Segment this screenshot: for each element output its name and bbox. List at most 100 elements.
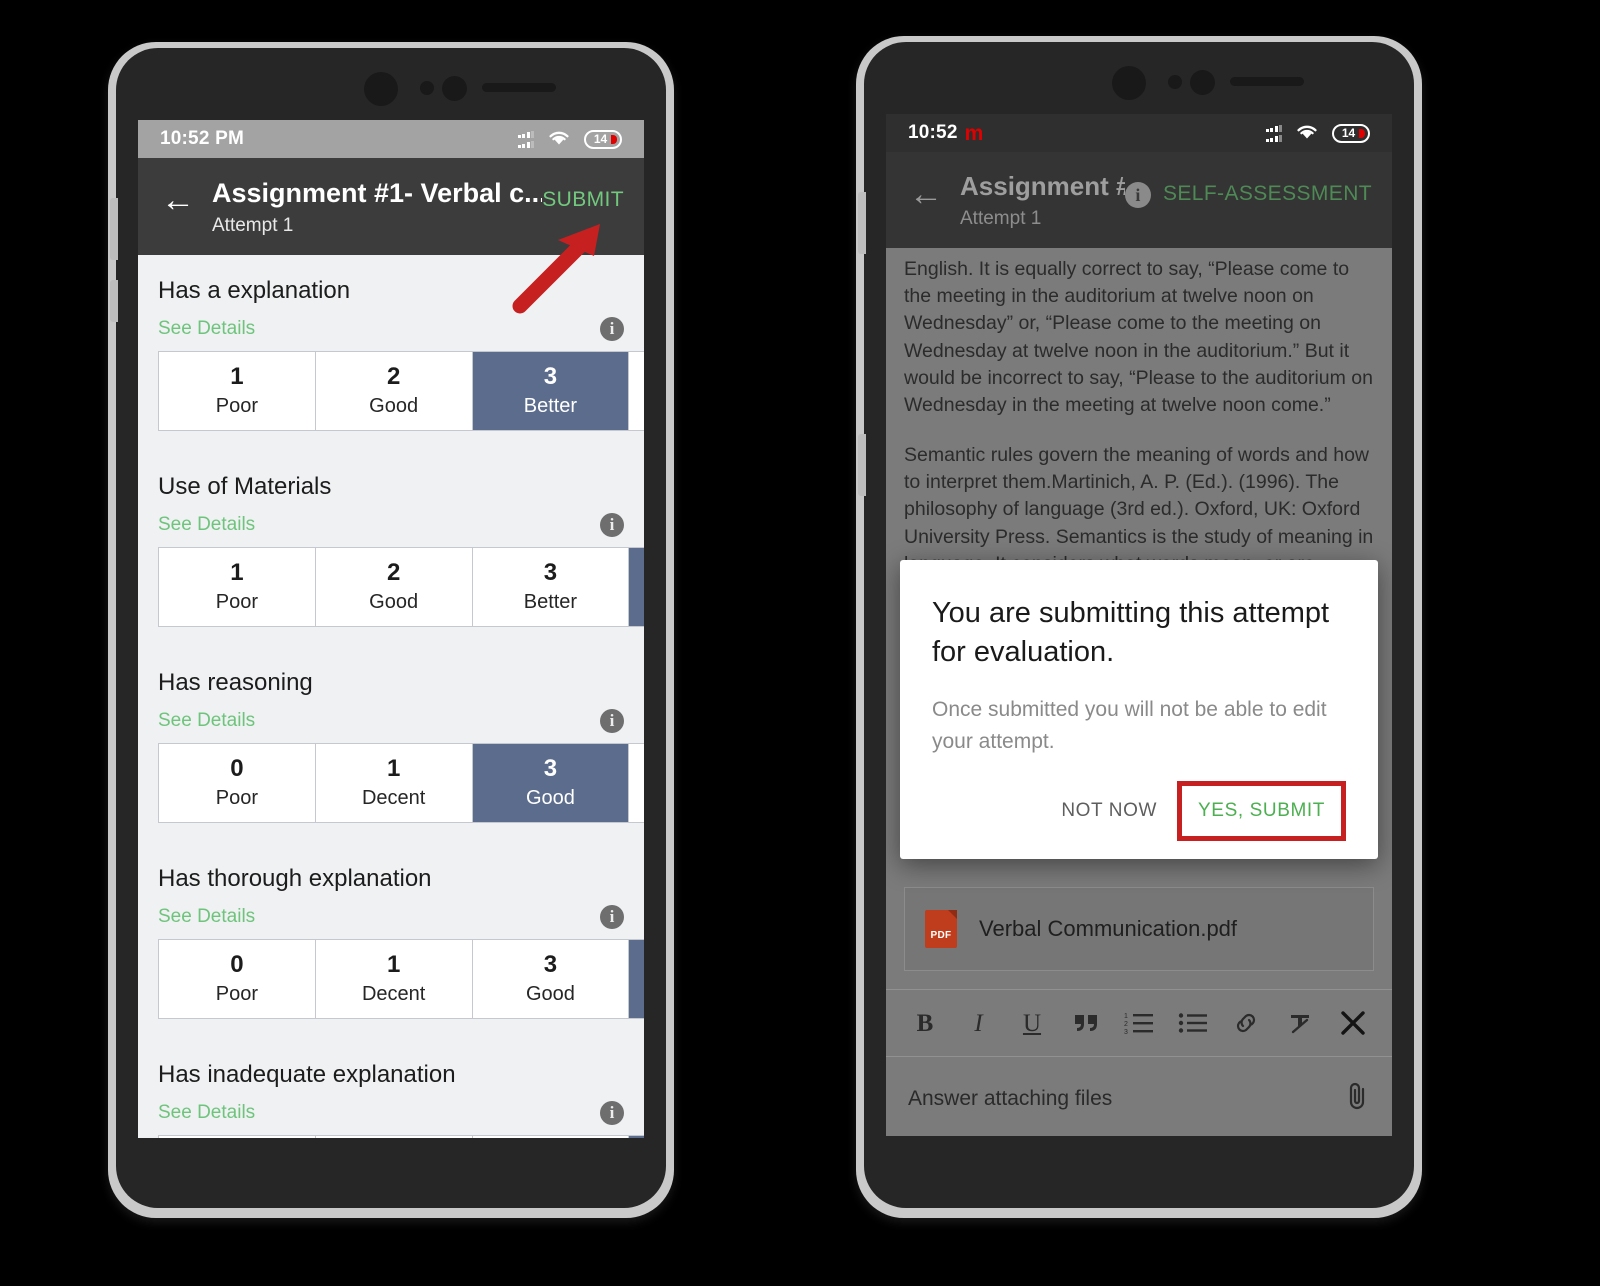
score-option[interactable]: 0 Poor [159, 940, 316, 1019]
rubric-item: Has reasoning See Details i 0 Poor 1 Dec… [138, 669, 644, 824]
volume-button[interactable] [110, 198, 118, 260]
score-number: 1 [230, 559, 244, 587]
score-option[interactable]: 1 Poor [159, 548, 316, 627]
score-number: 2 [386, 363, 401, 391]
score-option[interactable]: 0 Poor [159, 1136, 316, 1138]
score-option[interactable]: 2 Good [315, 548, 473, 627]
sensor-icon [420, 81, 434, 95]
score-scale: 1 Poor 2 Good 3 Better [158, 547, 644, 628]
score-label: Excell [635, 787, 644, 810]
bold-icon[interactable]: B [908, 1006, 942, 1040]
see-details-link[interactable]: See Details [158, 318, 255, 340]
power-button[interactable] [858, 434, 866, 496]
score-label: Poor [215, 591, 258, 614]
info-icon[interactable]: i [600, 317, 624, 342]
status-time-group: 10:52 m [908, 122, 983, 144]
answer-input[interactable]: Answer attaching files [908, 1087, 1112, 1111]
see-details-link[interactable]: See Details [158, 1102, 255, 1124]
bullet-list-icon[interactable] [1176, 1006, 1210, 1040]
score-option[interactable]: 3 Better [472, 548, 630, 627]
dialog-message: Once submitted you will not be able to e… [932, 698, 1327, 753]
score-number: 5 [635, 362, 644, 392]
score-option[interactable]: 5 Excell [629, 352, 644, 431]
info-icon[interactable]: i [1124, 182, 1151, 208]
power-button[interactable] [110, 280, 118, 322]
back-arrow-icon[interactable]: ← [158, 180, 198, 220]
svg-text:1: 1 [1124, 1013, 1128, 1020]
score-option[interactable]: 1 Decent [315, 940, 473, 1019]
score-label: Better [523, 395, 578, 418]
earpiece-speaker [482, 83, 556, 92]
info-icon[interactable]: i [600, 709, 624, 734]
link-icon[interactable] [1229, 1006, 1263, 1040]
yes-submit-button[interactable]: YES, SUBMIT [1177, 781, 1346, 842]
score-label: Poor [215, 787, 258, 810]
dialog-title: You are submitting this attempt for eval… [932, 597, 1330, 669]
back-arrow-icon[interactable]: ← [906, 174, 946, 214]
app-bar-titles: Assignment #… Attempt 1 [946, 172, 1125, 230]
attachment-item[interactable]: PDF Verbal Communication.pdf [904, 887, 1374, 972]
score-option[interactable]: 1 Poor [159, 352, 316, 431]
criterion-meta: See Details i [158, 513, 624, 538]
criterion-title: Has a explanation [158, 277, 351, 305]
score-option[interactable]: 2 Good [315, 352, 473, 431]
score-option-selected[interactable]: 5 Excell [629, 548, 644, 627]
paperclip-icon[interactable] [1344, 1081, 1370, 1116]
score-option[interactable]: 3 Good [472, 940, 630, 1019]
info-icon[interactable]: i [600, 1101, 624, 1126]
criterion-meta: See Details i [158, 709, 624, 734]
see-details-link[interactable]: See Details [158, 710, 255, 732]
criterion-meta: See Details i [158, 1101, 624, 1126]
score-option-selected[interactable]: 3 Better [472, 352, 630, 431]
svg-text:2: 2 [1124, 1021, 1128, 1028]
rubric-item: Use of Materials See Details i 1 Poor 2 [138, 473, 644, 628]
score-number: 1 [230, 363, 244, 391]
app-bar-titles: Assignment #1- Verbal c... Attempt 1 [198, 178, 542, 237]
not-now-button[interactable]: NOT NOW [1047, 788, 1171, 834]
proximity-sensor-icon [442, 76, 467, 101]
score-number: 3 [543, 363, 558, 391]
score-option[interactable]: 0 Poor [159, 744, 316, 823]
left-status-bar: 10:52 PM 14 [138, 120, 644, 158]
score-scale: 0 Poor 1 Decent 3 Good [158, 1135, 644, 1138]
volume-button[interactable] [858, 192, 866, 254]
right-phone-body: 10:52 m 14 ← Assignment Attempt 1 i SELF… [858, 42, 1414, 1208]
score-option[interactable]: 1 Decent [315, 1136, 473, 1138]
clear-formatting-icon[interactable] [1283, 1006, 1317, 1040]
answer-input-row[interactable]: Answer attaching files [886, 1056, 1392, 1136]
attachment-filename: Verbal Communication.pdf [979, 916, 1238, 942]
italic-icon[interactable]: I [962, 1006, 996, 1040]
score-label: Decent [361, 787, 426, 810]
score-option[interactable]: 1 Decent [315, 744, 473, 823]
page-title: Assignment #1- Verbal c... [212, 178, 543, 208]
left-phone-device: 10:52 PM 14 ← Assignment #1- Verbal c...… [108, 42, 674, 1218]
score-option[interactable]: 5 Excell [629, 744, 644, 823]
battery-icon: 14 [584, 129, 622, 149]
score-option-selected[interactable]: 5 Excell [629, 940, 644, 1019]
ordered-list-icon[interactable]: 1 2 3 [1122, 1006, 1156, 1040]
score-scale: 1 Poor 2 Good 3 Better [158, 351, 644, 432]
score-option[interactable]: 3 Good [472, 1136, 630, 1138]
see-details-link[interactable]: See Details [158, 906, 255, 928]
score-scale: 0 Poor 1 Decent 3 Good [158, 939, 644, 1020]
score-option-selected[interactable]: 3 Good [472, 744, 630, 823]
score-label: Good [525, 983, 575, 1006]
blockquote-icon[interactable] [1069, 1006, 1103, 1040]
left-phone-body: 10:52 PM 14 ← Assignment #1- Verbal c...… [110, 48, 666, 1208]
score-number: 3 [543, 951, 558, 979]
submit-button[interactable]: SUBMIT [542, 188, 624, 212]
document-paragraph: English. It is equally correct to say, “… [904, 257, 1373, 417]
attempt-label: Attempt 1 [960, 207, 1042, 229]
info-icon[interactable]: i [600, 513, 624, 538]
info-icon[interactable]: i [600, 905, 624, 930]
self-assessment-button[interactable]: SELF-ASSESSMENT [1163, 182, 1372, 206]
score-label: Excell [635, 395, 644, 418]
close-icon[interactable] [1336, 1006, 1370, 1040]
score-number: 3 [543, 755, 558, 783]
see-details-link[interactable]: See Details [158, 514, 255, 536]
criterion-title: Has inadequate explanation [158, 1061, 456, 1089]
pdf-file-icon: PDF [925, 910, 957, 949]
score-option-selected[interactable]: 5 Excell [629, 1136, 644, 1138]
underline-icon[interactable]: U [1015, 1006, 1049, 1040]
battery-icon: 14 [1332, 123, 1370, 143]
